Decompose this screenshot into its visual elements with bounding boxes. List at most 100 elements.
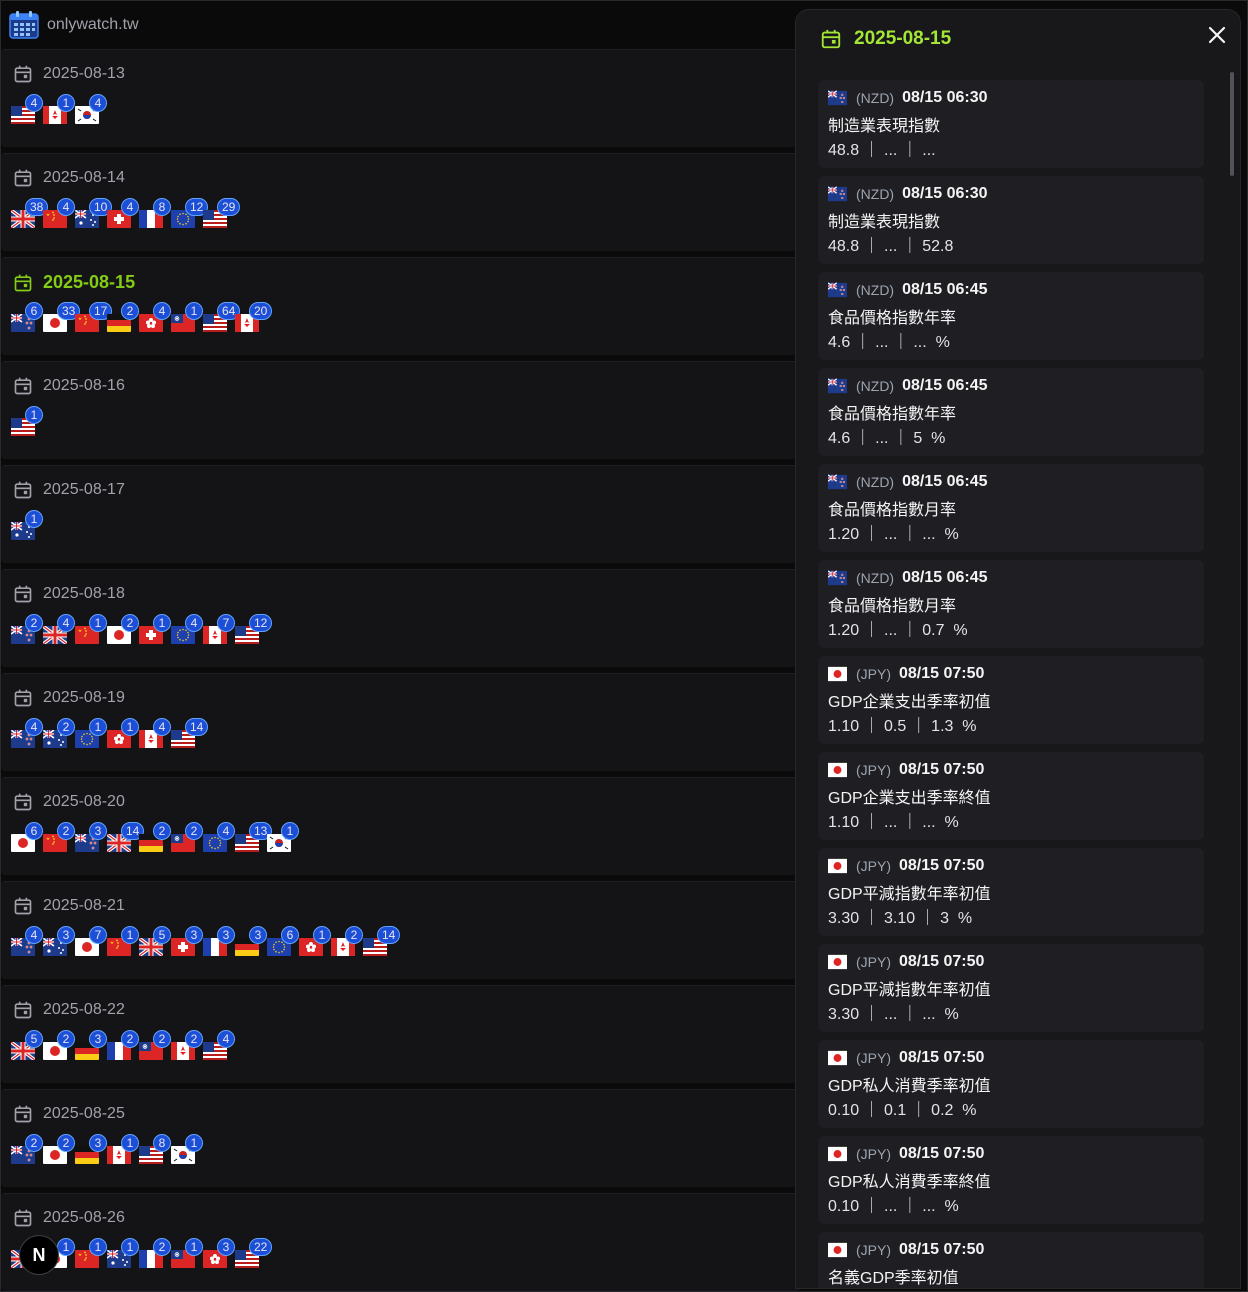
country-flag-item[interactable]: 3 [203, 926, 235, 956]
country-flag-item[interactable]: 1 [267, 822, 299, 852]
country-flag-item[interactable]: 2 [43, 718, 75, 748]
country-flag-item[interactable]: 6 [267, 926, 299, 956]
country-flag-item[interactable]: 4 [11, 94, 43, 124]
country-flag-item[interactable]: 10 [75, 198, 113, 228]
event-card[interactable]: (NZD) 08/15 06:45 食品價格指數年率 4.6 ｜ ... ｜ ... … [818, 272, 1204, 360]
country-flag-item[interactable]: 14 [171, 718, 209, 748]
country-flag-item[interactable]: 1 [171, 1238, 203, 1268]
day-card[interactable]: 2025-08-17 1 [1, 465, 801, 563]
country-flag-item[interactable]: 4 [139, 718, 171, 748]
country-flag-item[interactable]: 5 [11, 1030, 43, 1060]
country-flag-item[interactable]: 4 [43, 198, 75, 228]
day-card[interactable]: 2025-08-19 4 2 1 1 4 14 [1, 673, 801, 771]
country-flag-item[interactable]: 6 [11, 302, 43, 332]
country-flag-item[interactable]: 29 [203, 198, 241, 228]
country-flag-item[interactable]: 1 [43, 94, 75, 124]
country-flag-item[interactable]: 3 [171, 926, 203, 956]
country-flag-item[interactable]: 1 [107, 718, 139, 748]
event-card[interactable]: (JPY) 08/15 07:50 GDP平減指數年率初值 3.30 ｜ 3.10 ｜… [818, 848, 1204, 936]
country-flag-item[interactable]: 4 [171, 614, 203, 644]
event-card[interactable]: (JPY) 08/15 07:50 GDP平減指數年率初值 3.30 ｜ ... ｜ … [818, 944, 1204, 1032]
country-flag-item[interactable]: 12 [171, 198, 209, 228]
country-flag-item[interactable]: 2 [139, 1238, 171, 1268]
country-flag-item[interactable]: 1 [171, 302, 203, 332]
country-flag-item[interactable]: 4 [139, 302, 171, 332]
country-flag-item[interactable]: 4 [203, 822, 235, 852]
event-card[interactable]: (JPY) 08/15 07:50 GDP企業支出季率初值 1.10 ｜ 0.5 ｜ … [818, 656, 1204, 744]
country-flag-item[interactable]: 2 [11, 1134, 43, 1164]
country-flag-item[interactable]: 3 [75, 822, 107, 852]
country-flag-item[interactable]: 1 [107, 926, 139, 956]
event-card[interactable]: (NZD) 08/15 06:30 制造業表現指數 48.8 ｜ ... ｜ ... [818, 80, 1204, 168]
country-flag-item[interactable]: 14 [363, 926, 401, 956]
country-flag-item[interactable]: 2 [43, 1030, 75, 1060]
country-flag-item[interactable]: 1 [171, 1134, 203, 1164]
country-flag-item[interactable]: 4 [75, 94, 107, 124]
country-flag-item[interactable]: 2 [171, 1030, 203, 1060]
country-flag-item[interactable]: 8 [139, 1134, 171, 1164]
event-card[interactable]: (NZD) 08/15 06:30 制造業表現指數 48.8 ｜ ... ｜ 52.8 [818, 176, 1204, 264]
country-flag-item[interactable]: 1 [11, 406, 43, 436]
country-flag-item[interactable]: 1 [75, 718, 107, 748]
calendar-logo-icon[interactable] [9, 11, 39, 39]
country-flag-item[interactable]: 14 [107, 822, 145, 852]
country-flag-item[interactable]: 2 [331, 926, 363, 956]
day-card[interactable]: 2025-08-15 6 33 17 2 4 1 64 20 [1, 257, 801, 355]
country-flag-item[interactable]: 4 [11, 718, 43, 748]
event-card[interactable]: (JPY) 08/15 07:50 GDP私人消費季率終值 0.10 ｜ ... ｜ … [818, 1136, 1204, 1224]
country-flag-item[interactable]: 1 [107, 1238, 139, 1268]
site-name[interactable]: onlywatch.tw [47, 16, 139, 34]
country-flag-item[interactable]: 20 [235, 302, 273, 332]
country-flag-item[interactable]: 8 [139, 198, 171, 228]
n-button[interactable]: N [19, 1235, 59, 1275]
country-flag-item[interactable]: 4 [203, 1030, 235, 1060]
country-flag-item[interactable]: 3 [43, 926, 75, 956]
country-flag-item[interactable]: 12 [235, 614, 273, 644]
country-flag-item[interactable]: 2 [139, 822, 171, 852]
country-flag-item[interactable]: 2 [107, 302, 139, 332]
country-flag-item[interactable]: 2 [43, 1134, 75, 1164]
close-icon[interactable] [1206, 24, 1228, 46]
day-card[interactable]: 2025-08-13 4 1 4 [1, 49, 801, 147]
country-flag-item[interactable]: 38 [11, 198, 49, 228]
country-flag-item[interactable]: 3 [235, 926, 267, 956]
country-flag-item[interactable]: 2 [107, 1030, 139, 1060]
country-flag-item[interactable]: 6 [11, 822, 43, 852]
day-card[interactable]: 2025-08-25 2 2 3 1 8 1 [1, 1089, 801, 1187]
country-flag-item[interactable]: 4 [43, 614, 75, 644]
country-flag-item[interactable]: 33 [43, 302, 81, 332]
country-flag-item[interactable]: 13 [235, 822, 273, 852]
event-card[interactable]: (NZD) 08/15 06:45 食品價格指數月率 1.20 ｜ ... ｜ 0.7… [818, 560, 1204, 648]
country-flag-item[interactable]: 3 [203, 1238, 235, 1268]
country-flag-item[interactable]: 2 [139, 1030, 171, 1060]
country-flag-item[interactable]: 1 [299, 926, 331, 956]
country-flag-item[interactable]: 1 [139, 614, 171, 644]
event-card[interactable]: (NZD) 08/15 06:45 食品價格指數年率 4.6 ｜ ... ｜ 5 % [818, 368, 1204, 456]
event-card[interactable]: (JPY) 08/15 07:50 名義GDP季率初值 [818, 1232, 1204, 1288]
event-card[interactable]: (JPY) 08/15 07:50 GDP私人消費季率初值 0.10 ｜ 0.1 ｜ … [818, 1040, 1204, 1128]
country-flag-item[interactable]: 1 [11, 510, 43, 540]
country-flag-item[interactable]: 3 [75, 1030, 107, 1060]
day-card[interactable]: 2025-08-16 1 [1, 361, 801, 459]
day-card[interactable]: 2025-08-14 38 4 10 4 8 12 29 [1, 153, 801, 251]
country-flag-item[interactable]: 17 [75, 302, 113, 332]
country-flag-item[interactable]: 3 [75, 1134, 107, 1164]
country-flag-item[interactable]: 7 [203, 614, 235, 644]
country-flag-item[interactable]: 2 [43, 822, 75, 852]
day-card[interactable]: 2025-08-21 4 3 7 1 5 3 3 3 6 1 2 14 [1, 881, 801, 979]
country-flag-item[interactable]: 2 [11, 614, 43, 644]
event-card[interactable]: (NZD) 08/15 06:45 食品價格指數月率 1.20 ｜ ... ｜ ...… [818, 464, 1204, 552]
country-flag-item[interactable]: 7 [75, 926, 107, 956]
country-flag-item[interactable]: 4 [107, 198, 139, 228]
day-card[interactable]: 2025-08-22 5 2 3 2 2 2 4 [1, 985, 801, 1083]
country-flag-item[interactable]: 5 [139, 926, 171, 956]
country-flag-item[interactable]: 22 [235, 1238, 273, 1268]
country-flag-item[interactable]: 1 [75, 614, 107, 644]
day-card[interactable]: 2025-08-26 1 1 1 2 1 3 22 [1, 1193, 801, 1291]
day-card[interactable]: 2025-08-20 6 2 3 14 2 2 4 13 1 [1, 777, 801, 875]
scrollbar-thumb[interactable] [1230, 72, 1234, 176]
country-flag-item[interactable]: 4 [11, 926, 43, 956]
country-flag-item[interactable]: 2 [107, 614, 139, 644]
day-card[interactable]: 2025-08-18 2 4 1 2 1 4 7 12 [1, 569, 801, 667]
country-flag-item[interactable]: 2 [171, 822, 203, 852]
